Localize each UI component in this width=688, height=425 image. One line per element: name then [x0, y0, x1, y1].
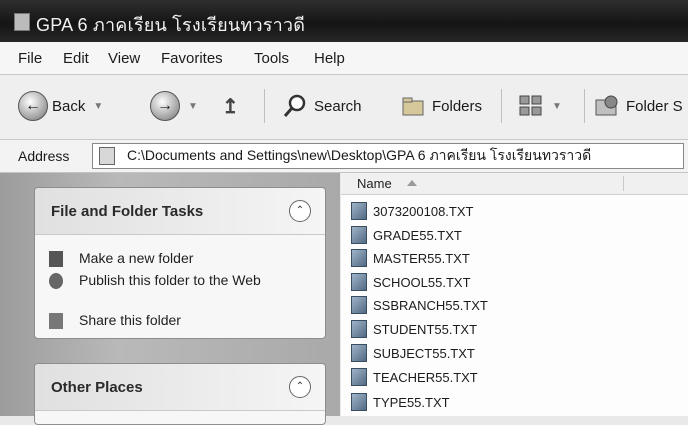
toolbar: ← Back ▼ → ▼ ↥ Search Folders ▼ Folder S [0, 75, 688, 140]
menu-bar: File Edit View Favorites Tools Help [0, 42, 688, 75]
file-item[interactable]: TEACHER55.TXT [351, 368, 478, 386]
folder-sync-icon [595, 95, 618, 116]
name-column-header[interactable]: Name [357, 176, 392, 191]
file-item[interactable]: SCHOOL55.TXT [351, 273, 471, 291]
task-share-folder[interactable]: Share this folder [49, 312, 279, 329]
file-name: GRADE55.TXT [373, 227, 462, 243]
text-file-icon [351, 393, 367, 411]
views-dropdown-icon[interactable]: ▼ [552, 101, 562, 112]
address-label: Address [18, 148, 70, 164]
menu-edit[interactable]: Edit [63, 50, 89, 67]
panel-header[interactable]: File and Folder Tasks ⌃ [35, 188, 325, 235]
window-title: GPA 6 ภาคเรียน โรงเรียนทวราวดี [36, 15, 306, 35]
back-arrow-icon: ← [18, 91, 48, 121]
folders-button[interactable]: Folders [400, 91, 482, 121]
folders-icon [402, 97, 424, 116]
file-item[interactable]: SUBJECT55.TXT [351, 344, 475, 362]
text-file-icon [351, 344, 367, 362]
folder-icon [99, 147, 115, 165]
views-button[interactable]: ▼ [518, 91, 562, 121]
menu-tools[interactable]: Tools [254, 50, 289, 67]
toolbar-separator [584, 89, 585, 123]
address-path: C:\Documents and Settings\new\Desktop\GP… [127, 147, 592, 163]
text-file-icon [351, 249, 367, 267]
collapse-icon[interactable]: ⌃ [289, 200, 311, 222]
text-file-icon [351, 226, 367, 244]
forward-arrow-icon: → [150, 91, 180, 121]
file-item[interactable]: MASTER55.TXT [351, 249, 470, 267]
menu-file[interactable]: File [18, 50, 42, 67]
file-name: TYPE55.TXT [373, 394, 450, 410]
folder-window-icon [14, 13, 30, 31]
panel-title: File and Folder Tasks [51, 203, 204, 220]
search-icon [283, 94, 306, 117]
text-file-icon [351, 202, 367, 220]
folder-sync-button[interactable]: Folder S [594, 91, 683, 121]
file-name: 3073200108.TXT [373, 203, 474, 219]
column-divider[interactable] [623, 176, 624, 191]
file-name: SSBRANCH55.TXT [373, 297, 488, 313]
file-item[interactable]: STUDENT55.TXT [351, 320, 477, 338]
menu-help[interactable]: Help [314, 50, 345, 67]
task-label: Make a new folder [79, 250, 194, 266]
panel-header[interactable]: Other Places ⌃ [35, 364, 325, 411]
file-name: SUBJECT55.TXT [373, 345, 475, 361]
file-list-pane: Name 3073200108.TXT GRADE55.TXT MASTER55… [341, 173, 688, 416]
address-bar: Address C:\Documents and Settings\new\De… [0, 140, 688, 173]
text-file-icon [351, 320, 367, 338]
back-button[interactable]: ← Back ▼ [18, 91, 103, 121]
forward-dropdown-icon[interactable]: ▼ [188, 101, 198, 112]
toolbar-separator [264, 89, 265, 123]
up-folder-icon: ↥ [222, 95, 239, 118]
new-folder-icon [49, 251, 63, 267]
task-publish-folder[interactable]: Publish this folder to the Web [49, 272, 279, 289]
up-folder-button[interactable]: ↥ [222, 91, 239, 121]
text-file-icon [351, 368, 367, 386]
forward-button[interactable]: → ▼ [150, 91, 198, 121]
file-name: TEACHER55.TXT [373, 369, 478, 385]
file-item[interactable]: TYPE55.TXT [351, 393, 450, 411]
task-pane: File and Folder Tasks ⌃ Make a new folde… [0, 173, 340, 425]
panel-title: Other Places [51, 379, 143, 396]
file-folder-tasks-panel: File and Folder Tasks ⌃ Make a new folde… [34, 187, 326, 339]
file-item[interactable]: 3073200108.TXT [351, 202, 473, 220]
folders-label: Folders [432, 97, 483, 115]
task-label: Share this folder [79, 312, 181, 328]
file-name: SCHOOL55.TXT [373, 274, 471, 290]
file-item[interactable]: SSBRANCH55.TXT [351, 296, 488, 314]
file-item[interactable]: GRADE55.TXT [351, 226, 462, 244]
folder-sync-label: Folder S [626, 97, 683, 115]
text-file-icon [351, 273, 367, 291]
toolbar-separator [501, 89, 502, 123]
share-folder-icon [49, 313, 63, 329]
column-header: Name [341, 173, 688, 195]
address-input[interactable]: C:\Documents and Settings\new\Desktop\GP… [92, 143, 684, 169]
sort-ascending-icon [407, 180, 417, 186]
collapse-icon[interactable]: ⌃ [289, 376, 311, 398]
file-name: STUDENT55.TXT [373, 321, 478, 337]
search-button[interactable]: Search [282, 91, 362, 121]
file-name: MASTER55.TXT [373, 250, 470, 266]
search-label: Search [314, 97, 362, 115]
window-title-bar[interactable]: GPA 6 ภาคเรียน โรงเรียนทวราวดี [0, 0, 688, 42]
back-dropdown-icon[interactable]: ▼ [93, 101, 103, 112]
menu-favorites[interactable]: Favorites [161, 50, 223, 67]
text-file-icon [351, 296, 367, 314]
task-label: Publish this folder to the Web [79, 272, 261, 288]
publish-web-icon [49, 273, 63, 289]
menu-view[interactable]: View [108, 50, 140, 67]
task-make-new-folder[interactable]: Make a new folder [49, 250, 279, 267]
views-icon [519, 95, 542, 116]
back-label: Back [52, 97, 86, 115]
